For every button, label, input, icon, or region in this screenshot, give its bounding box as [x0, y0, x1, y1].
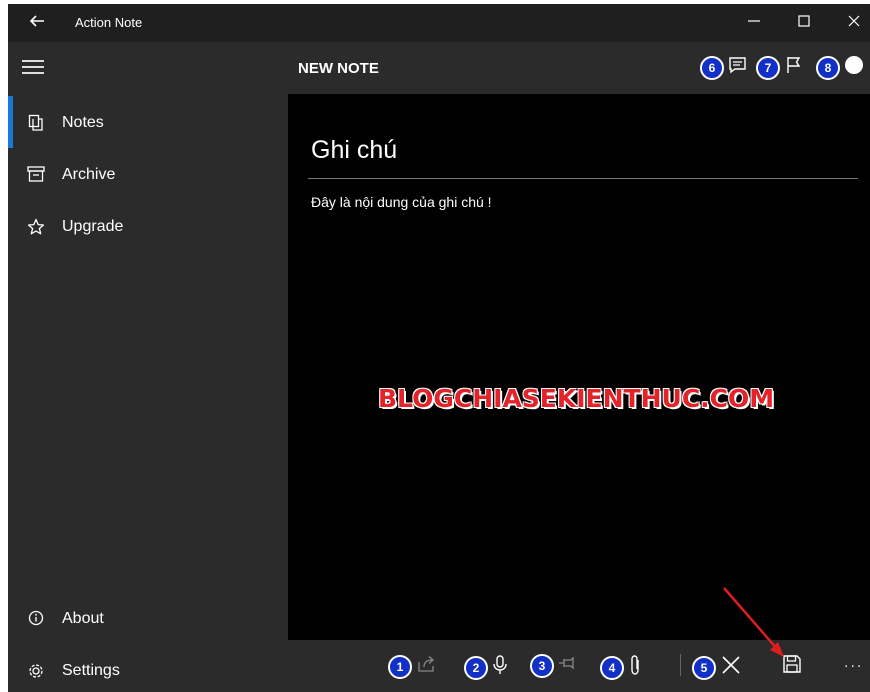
sidebar-item-label: Archive: [62, 166, 116, 183]
page-title: NEW NOTE: [298, 60, 379, 77]
app-title: Action Note: [75, 15, 143, 30]
info-icon: [26, 610, 46, 630]
note-body-input[interactable]: Đây là nội dung của ghi chú !: [311, 194, 492, 210]
title-divider: [308, 178, 858, 179]
callout-badge: 7: [756, 55, 780, 80]
pin-button[interactable]: 3: [530, 654, 578, 680]
app-window: Action Note Notes Archive Upgrade About …: [8, 4, 870, 692]
note-editor: Ghi chú Đây là nội dung của ghi chú ! BL…: [288, 94, 870, 640]
note-details-icon: [728, 55, 748, 80]
note-title-input[interactable]: Ghi chú: [311, 136, 397, 165]
callout-badge: 2: [464, 655, 488, 680]
archive-icon: [26, 166, 46, 186]
attachment-button[interactable]: 4: [600, 654, 642, 680]
sidebar-item-label: Settings: [62, 662, 120, 679]
minimize-icon[interactable]: [734, 10, 774, 36]
sidebar: Notes Archive Upgrade About Settings: [8, 42, 288, 692]
hamburger-icon[interactable]: [22, 60, 46, 80]
callout-badge: 8: [816, 55, 840, 80]
notes-icon: [26, 114, 46, 134]
note-header: NEW NOTE 6 7 8: [288, 42, 870, 94]
save-icon: [782, 654, 802, 679]
more-options-button[interactable]: ...: [844, 654, 863, 672]
pin-icon: [558, 655, 578, 676]
sidebar-item-notes[interactable]: Notes: [8, 100, 288, 148]
microphone-icon: [492, 654, 508, 681]
flag-icon: [784, 55, 804, 80]
gear-icon: [26, 662, 46, 682]
save-button[interactable]: [782, 654, 802, 680]
note-details-button[interactable]: 6: [700, 55, 748, 81]
attachment-icon: [628, 654, 642, 681]
discard-button[interactable]: 5: [692, 654, 742, 680]
sidebar-item-archive[interactable]: Archive: [8, 152, 288, 200]
close-icon[interactable]: [834, 10, 870, 36]
sidebar-item-label: Upgrade: [62, 218, 124, 235]
share-button[interactable]: 1: [388, 654, 438, 680]
share-icon: [416, 654, 438, 679]
watermark-text: BLOGCHIASEKIENTHUC.COM: [378, 384, 775, 413]
maximize-icon[interactable]: [784, 10, 824, 36]
sidebar-item-settings[interactable]: Settings: [8, 648, 288, 692]
sidebar-item-label: Notes: [62, 114, 104, 131]
callout-badge: 3: [530, 654, 554, 678]
star-icon: [26, 218, 46, 238]
microphone-button[interactable]: 2: [464, 654, 508, 680]
close-x-icon: [720, 654, 742, 681]
sidebar-item-label: About: [62, 610, 104, 627]
sidebar-item-upgrade[interactable]: Upgrade: [8, 204, 288, 252]
callout-badge: 6: [700, 55, 724, 80]
toolbar-divider: [680, 654, 681, 676]
color-button[interactable]: 8: [816, 55, 864, 81]
bottom-toolbar: 1 2 3 4 5 ...: [288, 640, 870, 692]
callout-badge: 4: [600, 655, 624, 680]
back-arrow-icon[interactable]: [26, 12, 48, 34]
title-bar: Action Note: [8, 4, 870, 42]
sidebar-item-about[interactable]: About: [8, 596, 288, 644]
color-circle-icon: [844, 55, 864, 80]
callout-badge: 5: [692, 655, 716, 680]
callout-badge: 1: [388, 654, 412, 679]
flag-button[interactable]: 7: [756, 55, 804, 81]
